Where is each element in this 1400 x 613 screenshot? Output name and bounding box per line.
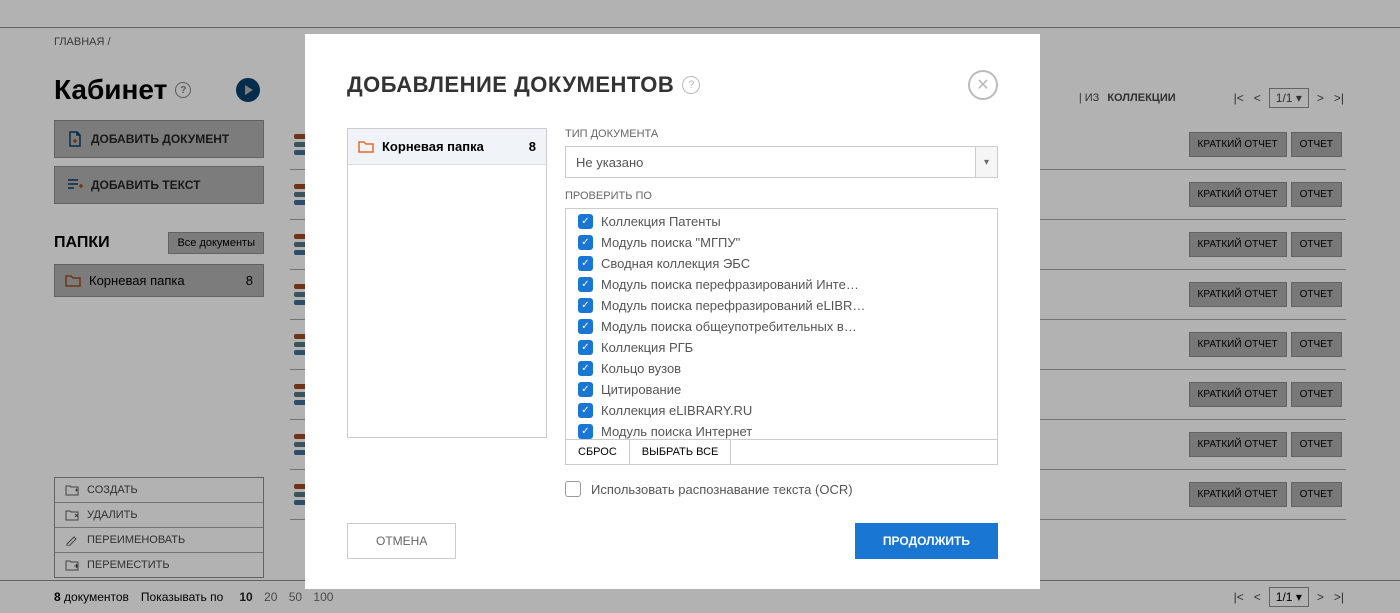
- collection-label: Коллекция Патенты: [601, 214, 721, 229]
- continue-button[interactable]: ПРОДОЛЖИТЬ: [855, 523, 998, 559]
- modal-folder-tree: Корневая папка 8: [347, 128, 547, 438]
- ocr-label: Использовать распознавание текста (OCR): [591, 482, 853, 497]
- collection-label: Модуль поиска "МГПУ": [601, 235, 740, 250]
- collections-checklist[interactable]: Коллекция Патенты Модуль поиска "МГПУ" Сво…: [565, 208, 998, 440]
- collection-item[interactable]: Модуль поиска Интернет: [566, 421, 997, 440]
- collection-item[interactable]: Кольцо вузов: [566, 358, 997, 379]
- collection-item[interactable]: Коллекция eLIBRARY.RU: [566, 400, 997, 421]
- doc-type-select[interactable]: Не указано ▾: [565, 146, 998, 178]
- help-icon[interactable]: ?: [682, 76, 700, 94]
- checkbox-icon[interactable]: [578, 361, 593, 376]
- collection-label: Модуль поиска Интернет: [601, 424, 752, 439]
- checkbox-icon[interactable]: [578, 298, 593, 313]
- checkbox-icon[interactable]: [578, 277, 593, 292]
- checkbox-icon[interactable]: [578, 382, 593, 397]
- reset-button[interactable]: СБРОС: [566, 440, 630, 464]
- close-icon[interactable]: ✕: [968, 70, 998, 100]
- collection-item[interactable]: Модуль поиска "МГПУ": [566, 232, 997, 253]
- collection-item[interactable]: Коллекция РГБ: [566, 337, 997, 358]
- collection-item[interactable]: Коллекция Патенты: [566, 211, 997, 232]
- ocr-checkbox[interactable]: [565, 481, 581, 497]
- collection-label: Модуль поиска перефразирований Инте…: [601, 277, 859, 292]
- collection-item[interactable]: Сводная коллекция ЭБС: [566, 253, 997, 274]
- collection-label: Модуль поиска перефразирований eLIBR…: [601, 298, 865, 313]
- checkbox-icon[interactable]: [578, 340, 593, 355]
- collection-label: Коллекция РГБ: [601, 340, 693, 355]
- modal-title: ДОБАВЛЕНИЕ ДОКУМЕНТОВ: [347, 72, 674, 98]
- modal-folder-count: 8: [529, 139, 536, 154]
- checkbox-icon[interactable]: [578, 403, 593, 418]
- doc-type-value: Не указано: [576, 155, 643, 170]
- cancel-button[interactable]: ОТМЕНА: [347, 523, 456, 559]
- check-by-label: ПРОВЕРИТЬ ПО: [565, 190, 998, 202]
- checkbox-icon[interactable]: [578, 424, 593, 439]
- collection-item[interactable]: Модуль поиска перефразирований Инте…: [566, 274, 997, 295]
- checkbox-icon[interactable]: [578, 319, 593, 334]
- chevron-down-icon: ▾: [975, 147, 997, 177]
- collection-item[interactable]: Модуль поиска общеупотребительных в…: [566, 316, 997, 337]
- folder-icon: [358, 140, 374, 153]
- collection-label: Коллекция eLIBRARY.RU: [601, 403, 752, 418]
- collection-label: Цитирование: [601, 382, 681, 397]
- add-documents-modal: ДОБАВЛЕНИЕ ДОКУМЕНТОВ ? ✕ Корневая папка…: [305, 34, 1040, 589]
- checkbox-icon[interactable]: [578, 235, 593, 250]
- collection-item[interactable]: Цитирование: [566, 379, 997, 400]
- checkbox-icon[interactable]: [578, 214, 593, 229]
- doc-type-label: ТИП ДОКУМЕНТА: [565, 128, 998, 140]
- collection-label: Сводная коллекция ЭБС: [601, 256, 750, 271]
- collection-label: Кольцо вузов: [601, 361, 681, 376]
- select-all-button[interactable]: ВЫБРАТЬ ВСЕ: [630, 440, 732, 464]
- checkbox-icon[interactable]: [578, 256, 593, 271]
- modal-folder-name: Корневая папка: [382, 139, 484, 154]
- collection-item[interactable]: Модуль поиска перефразирований eLIBR…: [566, 295, 997, 316]
- collection-label: Модуль поиска общеупотребительных в…: [601, 319, 857, 334]
- modal-folder-root[interactable]: Корневая папка 8: [348, 129, 546, 165]
